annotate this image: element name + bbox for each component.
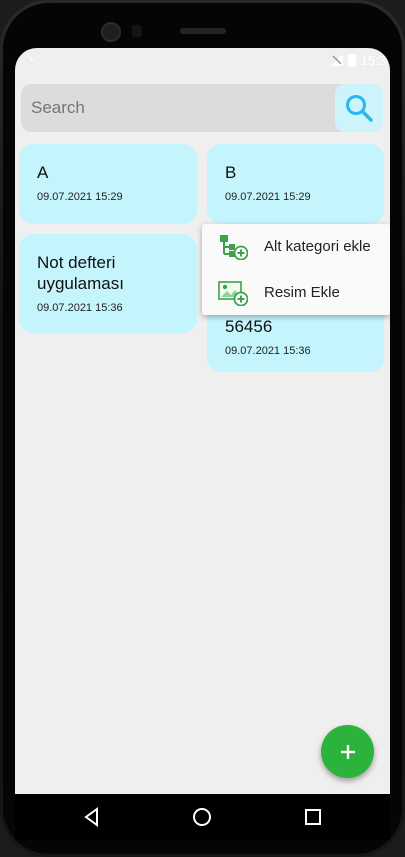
add-image-icon	[218, 280, 248, 306]
note-title: B	[225, 163, 237, 182]
search-button[interactable]	[335, 84, 383, 132]
signal-off-icon	[330, 54, 343, 66]
note-date: 09.07.2021 15:29	[37, 191, 123, 203]
add-note-fab[interactable]	[321, 725, 374, 778]
note-title: A	[37, 163, 49, 182]
status-icons: 15:3	[330, 52, 386, 68]
note-date: 09.07.2021 15:29	[225, 191, 311, 203]
plus-icon	[340, 744, 355, 759]
home-icon[interactable]	[191, 806, 213, 828]
note-date: 09.07.2021 15:36	[37, 302, 123, 314]
menu-item-add-image[interactable]: Resim Ekle	[202, 270, 390, 315]
menu-label: Resim Ekle	[264, 284, 340, 301]
menu-item-add-subcategory[interactable]: Alt kategori ekle	[202, 224, 390, 269]
proximity-sensor	[132, 25, 142, 37]
notification-icon	[27, 53, 39, 65]
recent-apps-icon[interactable]	[302, 806, 324, 828]
front-camera	[101, 22, 121, 42]
add-subcategory-icon	[220, 234, 248, 260]
search-icon	[346, 95, 373, 122]
note-card-b[interactable]: B 09.07.2021 15:29	[207, 144, 384, 224]
note-card-a[interactable]: A 09.07.2021 15:29	[19, 144, 197, 224]
context-menu: Alt kategori ekle Resim Ekle	[202, 224, 390, 315]
earpiece-speaker	[180, 28, 226, 34]
status-bar: 15:3	[15, 48, 390, 72]
navigation-bar	[15, 794, 390, 840]
battery-icon	[347, 53, 356, 67]
note-title: 56456	[225, 317, 273, 336]
back-icon[interactable]	[81, 806, 103, 828]
menu-label: Alt kategori ekle	[264, 238, 371, 255]
note-card-not-defteri[interactable]: Not defteri uygulaması 09.07.2021 15:36	[19, 234, 197, 333]
note-title: Not defteri uygulaması	[37, 253, 124, 293]
note-date: 09.07.2021 15:36	[225, 345, 311, 357]
app-screen: 15:3 A 09.07.2021 15:29 B 09.07.2021 15:…	[15, 48, 390, 794]
status-time: 15:3	[360, 52, 386, 68]
search-bar	[21, 84, 383, 132]
search-input[interactable]	[21, 84, 335, 132]
